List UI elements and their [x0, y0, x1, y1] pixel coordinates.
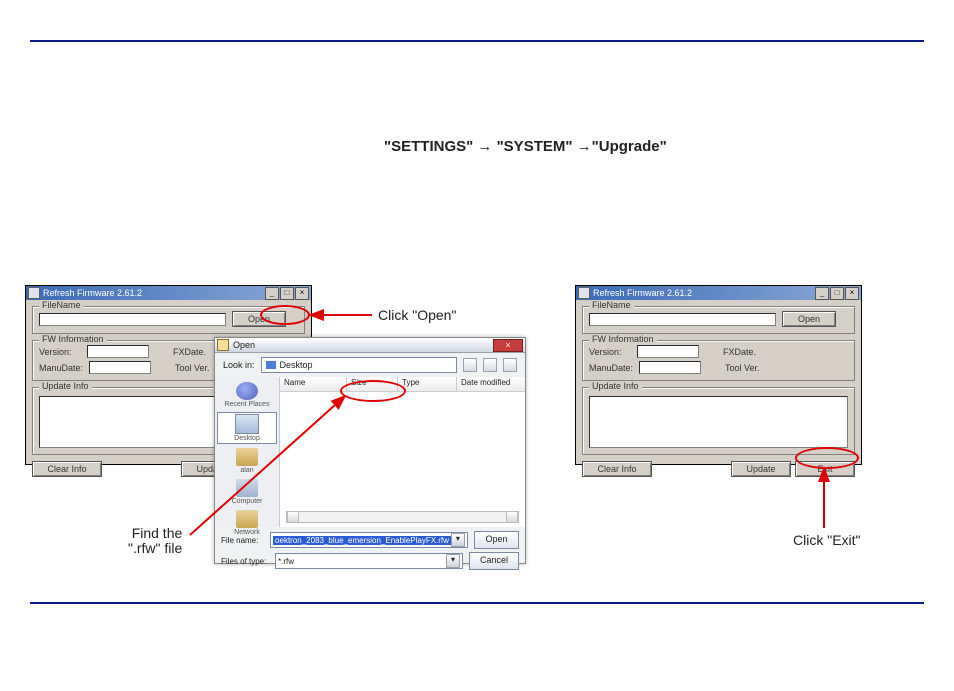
h-scrollbar[interactable]	[286, 511, 519, 523]
filename-value: oektron_2083_blue_emersion_EnablePlayFX.…	[273, 536, 451, 545]
close-button[interactable]: ×	[295, 287, 309, 300]
update-button[interactable]: Update	[731, 461, 791, 477]
minimize-button[interactable]: _	[265, 287, 279, 300]
top-rule	[30, 40, 924, 42]
titlebar[interactable]: Refresh Firmware 2.61.2 _ □ ×	[26, 286, 311, 300]
place-computer[interactable]: Computer	[217, 478, 277, 506]
open-button[interactable]: Open	[782, 311, 836, 327]
place-recent[interactable]: Recent Places	[217, 381, 277, 409]
filename-label: File name:	[221, 536, 264, 545]
maximize-button[interactable]: □	[830, 287, 844, 300]
fw-info-legend: FW Information	[39, 334, 107, 344]
filename-group: FileName Open	[32, 306, 305, 334]
open-file-dialog: Open × Look in: Desktop Recent Places De…	[214, 337, 526, 564]
refresh-firmware-window-right: Refresh Firmware 2.61.2 _ □ × FileName O…	[575, 285, 862, 465]
file-list[interactable]: Name Size Type Date modified	[280, 377, 525, 527]
new-folder-icon[interactable]	[483, 358, 497, 372]
scroll-left-icon[interactable]	[287, 512, 299, 522]
clear-info-button[interactable]: Clear Info	[582, 461, 652, 477]
titlebar[interactable]: Refresh Firmware 2.61.2 _ □ ×	[576, 286, 861, 300]
manudate-field	[639, 361, 701, 374]
fxdate-label: FXDate.	[173, 347, 215, 357]
callout-find-file: Find the ".rfw" file	[128, 526, 182, 556]
filename-field[interactable]	[39, 313, 226, 326]
version-field	[87, 345, 149, 358]
desktop-icon	[266, 361, 276, 369]
manudate-label: ManuDate:	[589, 363, 633, 373]
filename-combo[interactable]: oektron_2083_blue_emersion_EnablePlayFX.…	[270, 532, 468, 548]
filename-legend: FileName	[589, 300, 634, 310]
scroll-right-icon[interactable]	[506, 512, 518, 522]
minimize-button[interactable]: _	[815, 287, 829, 300]
chevron-down-icon[interactable]: ▾	[451, 533, 465, 547]
place-desktop[interactable]: Desktop	[217, 412, 277, 444]
update-info-legend: Update Info	[39, 381, 92, 391]
col-size[interactable]: Size	[347, 377, 398, 391]
folder-icon	[217, 339, 229, 351]
places-bar: Recent Places Desktop alan Computer Netw…	[215, 377, 280, 527]
bottom-rule	[30, 602, 924, 604]
fw-info-group: FW Information Version: FXDate. ManuDate…	[582, 340, 855, 381]
view-menu-icon[interactable]	[503, 358, 517, 372]
open-button[interactable]: Open	[474, 531, 519, 549]
filetype-value: *.rfw	[278, 557, 294, 566]
app-icon	[578, 287, 590, 299]
filename-field[interactable]	[589, 313, 776, 326]
filename-group: FileName Open	[582, 306, 855, 334]
open-button[interactable]: Open	[232, 311, 286, 327]
fw-info-legend: FW Information	[589, 334, 657, 344]
update-info-legend: Update Info	[589, 381, 642, 391]
version-label: Version:	[589, 347, 631, 357]
callout-click-exit: Click "Exit"	[793, 532, 861, 548]
toolver-label: Tool Ver.	[175, 363, 217, 373]
version-field	[637, 345, 699, 358]
lookin-value: Desktop	[280, 360, 313, 370]
cancel-button[interactable]: Cancel	[469, 552, 519, 570]
close-button[interactable]: ×	[493, 339, 523, 352]
exit-button-right[interactable]: Exit	[795, 461, 855, 477]
place-user[interactable]: alan	[217, 447, 277, 475]
up-folder-icon[interactable]	[463, 358, 477, 372]
col-date[interactable]: Date modified	[457, 377, 525, 391]
filename-legend: FileName	[39, 300, 84, 310]
open-titlebar[interactable]: Open ×	[215, 338, 525, 353]
fxdate-label: FXDate.	[723, 347, 765, 357]
col-name[interactable]: Name	[280, 377, 347, 391]
callout-click-open: Click "Open"	[378, 307, 456, 323]
window-title: Refresh Firmware 2.61.2	[43, 288, 142, 298]
col-type[interactable]: Type	[398, 377, 457, 391]
chevron-down-icon[interactable]: ▾	[446, 554, 460, 568]
clear-info-button[interactable]: Clear Info	[32, 461, 102, 477]
update-info-area	[589, 396, 848, 448]
update-info-group: Update Info	[582, 387, 855, 455]
app-icon	[28, 287, 40, 299]
window-title: Refresh Firmware 2.61.2	[593, 288, 692, 298]
lookin-label: Look in:	[223, 360, 255, 370]
breadcrumb-heading: "SETTINGS" → "SYSTEM" →"Upgrade"	[384, 138, 667, 155]
lookin-row: Look in: Desktop	[215, 353, 525, 377]
filetype-label: Files of type:	[221, 557, 269, 566]
manudate-field	[89, 361, 151, 374]
lookin-combo[interactable]: Desktop	[261, 357, 457, 373]
filetype-combo[interactable]: *.rfw ▾	[275, 553, 463, 569]
version-label: Version:	[39, 347, 81, 357]
maximize-button[interactable]: □	[280, 287, 294, 300]
manudate-label: ManuDate:	[39, 363, 83, 373]
close-button[interactable]: ×	[845, 287, 859, 300]
toolver-label: Tool Ver.	[725, 363, 767, 373]
open-title: Open	[233, 340, 255, 350]
